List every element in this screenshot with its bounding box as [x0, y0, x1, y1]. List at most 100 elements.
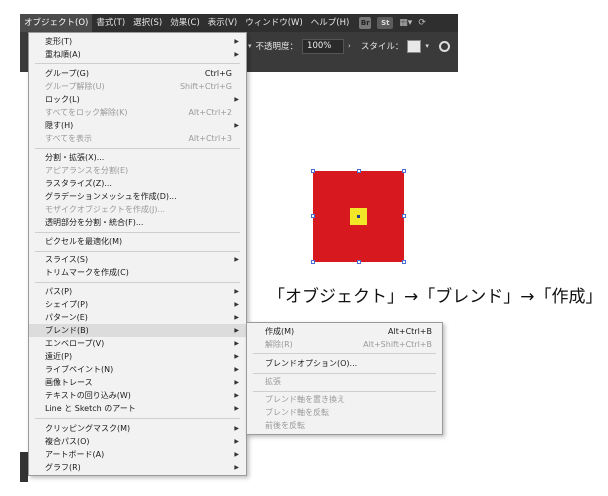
tools-panel-strip — [20, 452, 28, 482]
menu-item-compound-path[interactable]: 複合パス(O) ▶ — [29, 435, 246, 448]
selection-handle-bottom[interactable] — [357, 260, 361, 264]
menu-item-clipping-mask[interactable]: クリッピングマスク(M) ▶ — [29, 422, 246, 435]
recolor-icon[interactable] — [438, 40, 450, 52]
submenu-item-reverse-front-back: 前後を反転 — [265, 421, 305, 430]
menu-item-pixel-optimize[interactable]: ピクセルを最適化(M) — [29, 235, 246, 248]
submenu-arrow-icon: ▶ — [234, 340, 239, 347]
menu-help[interactable]: ヘルプ(H) — [307, 14, 354, 32]
menu-item-transform[interactable]: 変形(T) ▶ — [29, 35, 246, 48]
submenu-arrow-icon: ▶ — [234, 379, 239, 386]
submenu-arrow-icon: ▶ — [234, 438, 239, 445]
workspace-grid-icon[interactable]: ▦▾ — [399, 18, 412, 28]
menu-item-perspective[interactable]: 遠近(P) ▶ — [29, 350, 246, 363]
opacity-field[interactable]: 100% — [302, 38, 345, 54]
menu-divider — [253, 373, 436, 374]
menu-item-shape[interactable]: シェイプ(P) ▶ — [29, 298, 246, 311]
menu-item-lock[interactable]: ロック(L) ▶ — [29, 93, 246, 106]
menu-item-flatten-transparency[interactable]: 透明部分を分割・統合(F)... — [29, 216, 246, 229]
selection-handle-top-left[interactable] — [311, 169, 315, 173]
menu-item-trim-marks[interactable]: トリムマークを作成(C) — [29, 266, 246, 279]
style-chevron-icon[interactable]: ▾ — [425, 42, 429, 50]
submenu-arrow-icon: ▶ — [234, 38, 239, 45]
submenu-item-reverse-spine: ブレンド軸を反転 — [265, 408, 329, 417]
submenu-arrow-icon: ▶ — [234, 256, 239, 263]
menu-item-slice[interactable]: スライス(S) ▶ — [29, 253, 246, 266]
selection-handle-top-right[interactable] — [402, 169, 406, 173]
submenu-arrow-icon: ▶ — [234, 51, 239, 58]
submenu-item-make[interactable]: 作成(M) Alt+Ctrl+B — [247, 325, 442, 338]
app-tool-icons: Br St ▦▾ ⟳ — [359, 17, 426, 29]
instruction-caption: 「オブジェクト」→「ブレンド」→「作成」 — [268, 287, 603, 307]
menu-item-graph[interactable]: グラフ(R) ▶ — [29, 461, 246, 474]
blend-submenu: 作成(M) Alt+Ctrl+B 解除(R) Alt+Shift+Ctrl+B ブレ… — [246, 322, 443, 435]
submenu-arrow-icon: ▶ — [234, 301, 239, 308]
menu-divider — [35, 251, 240, 252]
menu-divider — [35, 282, 240, 283]
menu-divider — [253, 391, 436, 392]
selection-handle-top[interactable] — [357, 169, 361, 173]
menu-item-text-wrap[interactable]: テキストの回り込み(W) ▶ — [29, 389, 246, 402]
submenu-arrow-icon: ▶ — [234, 96, 239, 103]
menu-divider — [35, 232, 240, 233]
submenu-arrow-icon: ▶ — [234, 122, 239, 129]
menu-item-envelope[interactable]: エンベロープ(V) ▶ — [29, 337, 246, 350]
submenu-item-release: 解除(R) Alt+Shift+Ctrl+B — [265, 340, 432, 349]
menu-item-arrange[interactable]: 重ね順(A) ▶ — [29, 48, 246, 61]
menu-divider — [35, 63, 240, 64]
submenu-arrow-icon: ▶ — [234, 314, 239, 321]
menu-item-show-all: すべてを表示 Alt+Ctrl+3 — [45, 134, 232, 143]
submenu-arrow-icon: ▶ — [234, 353, 239, 360]
opacity-label: 不透明度： — [255, 42, 299, 52]
menu-item-pattern[interactable]: パターン(E) ▶ — [29, 311, 246, 324]
sync-icon[interactable]: ⟳ — [418, 18, 426, 28]
menu-item-expand-appearance: アピアランスを分割(E) — [45, 166, 129, 175]
menu-item-ungroup: グループ解除(U) Shift+Ctrl+G — [45, 82, 232, 91]
menu-item-unlock-all: すべてをロック解除(K) Alt+Ctrl+2 — [45, 108, 232, 117]
submenu-item-replace-spine: ブレンド軸を置き換え — [265, 395, 345, 404]
menu-item-expand[interactable]: 分割・拡張(X)... — [29, 151, 246, 164]
menu-object[interactable]: オブジェクト(O) — [20, 14, 93, 32]
submenu-arrow-icon: ▶ — [234, 405, 239, 412]
style-label: スタイル： — [360, 42, 404, 52]
menu-item-image-trace[interactable]: 画像トレース ▶ — [29, 376, 246, 389]
menu-item-mosaic: モザイクオブジェクトを作成(J)... — [45, 205, 166, 214]
object-menu: 変形(T) ▶ 重ね順(A) ▶ グループ(G) Ctrl+G グループ解除(U) Sh… — [28, 32, 247, 476]
menu-item-live-paint[interactable]: ライブペイント(N) ▶ — [29, 363, 246, 376]
stock-icon[interactable]: St — [377, 17, 394, 29]
menu-divider — [35, 148, 240, 149]
selection-handle-bottom-right[interactable] — [402, 260, 406, 264]
menu-divider — [253, 353, 436, 354]
center-point — [357, 215, 360, 218]
selection-handle-right[interactable] — [402, 214, 406, 218]
menu-bar: オブジェクト(O) 書式(T) 選択(S) 効果(C) 表示(V) ウィンドウ(… — [20, 14, 458, 32]
menu-window[interactable]: ウィンドウ(W) — [241, 14, 307, 32]
menu-effect[interactable]: 効果(C) — [166, 14, 204, 32]
submenu-item-expand: 拡張 — [265, 377, 281, 386]
chevron-right-icon[interactable]: › — [348, 42, 351, 50]
control-bar-row: ▾ 不透明度： 100% › スタイル： ▾ — [248, 38, 450, 54]
selection-handle-left[interactable] — [311, 214, 315, 218]
submenu-arrow-icon: ▶ — [234, 288, 239, 295]
menu-item-hide[interactable]: 隠す(H) ▶ — [29, 119, 246, 132]
menu-item-blend[interactable]: ブレンド(B) ▶ — [29, 324, 246, 337]
chevron-down-icon[interactable]: ▾ — [248, 42, 252, 50]
selection-handle-bottom-left[interactable] — [311, 260, 315, 264]
menu-item-path[interactable]: パス(P) ▶ — [29, 285, 246, 298]
menu-type[interactable]: 書式(T) — [92, 14, 129, 32]
submenu-arrow-icon: ▶ — [234, 464, 239, 471]
submenu-arrow-icon: ▶ — [234, 327, 239, 334]
menu-item-line-sketch[interactable]: Line と Sketch のアート ▶ — [29, 402, 246, 415]
menu-item-rasterize[interactable]: ラスタライズ(Z)... — [29, 177, 246, 190]
style-swatch[interactable] — [407, 39, 422, 53]
submenu-item-blend-options[interactable]: ブレンドオプション(O)... — [247, 357, 442, 370]
menu-item-artboards[interactable]: アートボード(A) ▶ — [29, 448, 246, 461]
menu-view[interactable]: 表示(V) — [204, 14, 241, 32]
selected-artwork[interactable] — [313, 171, 404, 262]
submenu-arrow-icon: ▶ — [234, 425, 239, 432]
bridge-icon[interactable]: Br — [359, 17, 372, 29]
menu-item-gradient-mesh[interactable]: グラデーションメッシュを作成(D)... — [29, 190, 246, 203]
menu-divider — [35, 418, 240, 419]
menu-select[interactable]: 選択(S) — [129, 14, 166, 32]
submenu-arrow-icon: ▶ — [234, 392, 239, 399]
menu-item-group[interactable]: グループ(G) Ctrl+G — [29, 67, 246, 80]
